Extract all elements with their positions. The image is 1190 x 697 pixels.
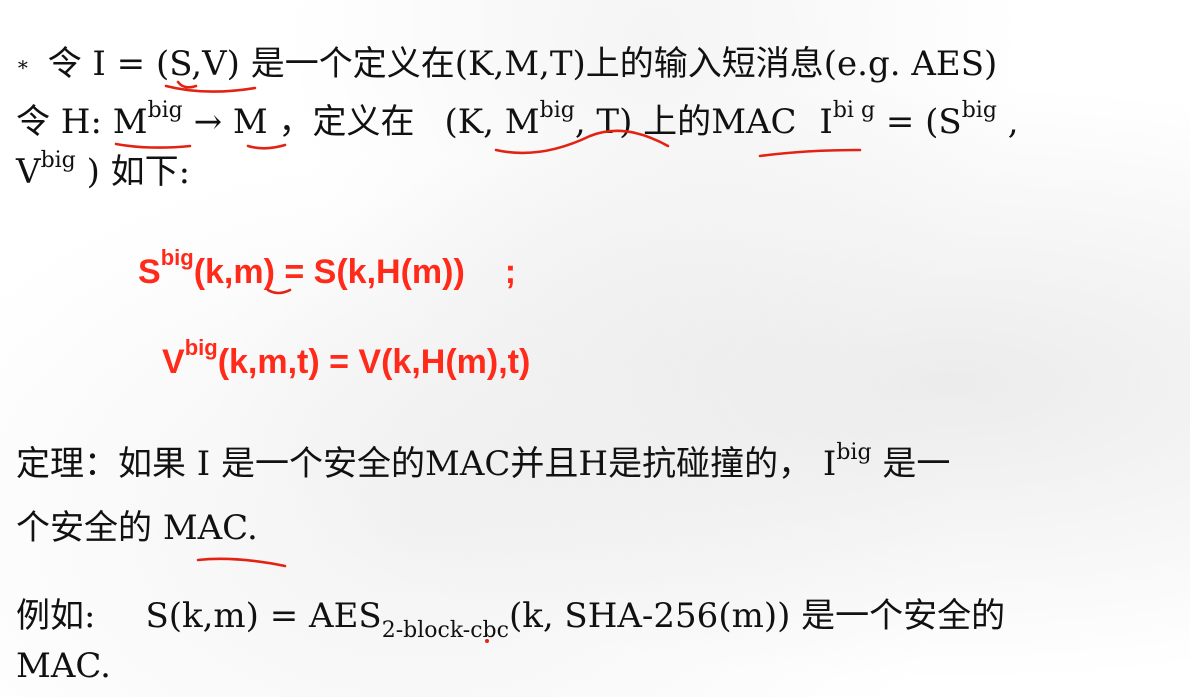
example-rest: (k, SHA-256(m)) 是一个安全的 [508,596,1006,636]
i-big-superscript: bi g [832,97,876,123]
theorem-line2-prefix: 个安全的 [16,508,163,548]
theorem-line-2: 个安全的 MAC. [16,508,258,548]
define-on-text: ，定义在 [267,102,415,142]
intro-suffix: 是一个定义在(K,M,T)上的输入短消息(e.g. AES) [239,44,998,84]
example-mac: MAC. [16,646,111,686]
intro-line-3: Vbig ) 如下: [16,149,191,192]
kmt-big-superscript: big [539,97,575,123]
formula-s: S [138,253,161,291]
theorem-line-1: 定理：如果 I 是一个安全的MAC并且H是抗碰撞的， Ibig 是一 [16,441,951,484]
formula-v-big: Vbig(k,m,t) = V(k,H(m),t) [162,336,531,382]
example-label: 例如: [16,596,96,636]
formula-s-body: (k,m) = S(k,H(m)) [193,253,465,291]
example-line-2: MAC. [16,646,111,686]
i-big: I [808,102,833,142]
on-the-text: 上的 [632,102,712,142]
formula-s-big: Sbig(k,m) = S(k,H(m)); [138,246,517,292]
formula-v-superscript: big [184,334,218,360]
theorem-text-end: 是一 [871,444,951,484]
formula-s-superscript: big [160,244,194,270]
kmt-big-close: , T) [574,102,633,142]
equals-s: = (S [875,102,962,142]
v-big: V [16,152,41,192]
example-subscript: 2-block-cbc [381,617,509,643]
theorem-mac: MAC. [162,508,258,548]
intro-prefix: 令 I = [47,44,156,84]
m-big: M [112,102,148,142]
example-line-1: 例如: S(k,m) = AES2-block-cbc(k, SHA-256(m)… [16,596,1006,641]
sv-pair: (S,V) [155,44,240,84]
kmt-big-open: (K, M [444,102,540,142]
comma: , [996,102,1019,142]
example-s: S(k,m) = AES [145,596,382,636]
arrow: → [182,102,233,142]
bullet-icon: ∗ [16,52,30,76]
intro-line-2: 令 H: Mbig → M ，定义在 (K, Mbig, T) 上的MAC Ibi… [16,99,1019,142]
theorem-superscript: big [836,439,872,465]
m-big-superscript: big [147,97,183,123]
theorem-text: 定理：如果 I 是一个安全的MAC并且H是抗碰撞的， I [16,444,837,484]
formula-semicolon: ; [504,253,517,291]
as-follows: ) 如下: [75,152,191,192]
hash-def-prefix: 令 H: [16,102,113,142]
v-big-superscript: big [40,147,76,173]
intro-line-1: ∗ 令 I = (S,V) 是一个定义在(K,M,T)上的输入短消息(e.g. A… [16,44,997,86]
formula-v: V [162,343,185,381]
s-big-superscript: big [961,97,997,123]
mac-text: MAC [711,102,797,142]
formula-v-body: (k,m,t) = V(k,H(m),t) [217,343,531,381]
m-small: M [232,102,268,142]
